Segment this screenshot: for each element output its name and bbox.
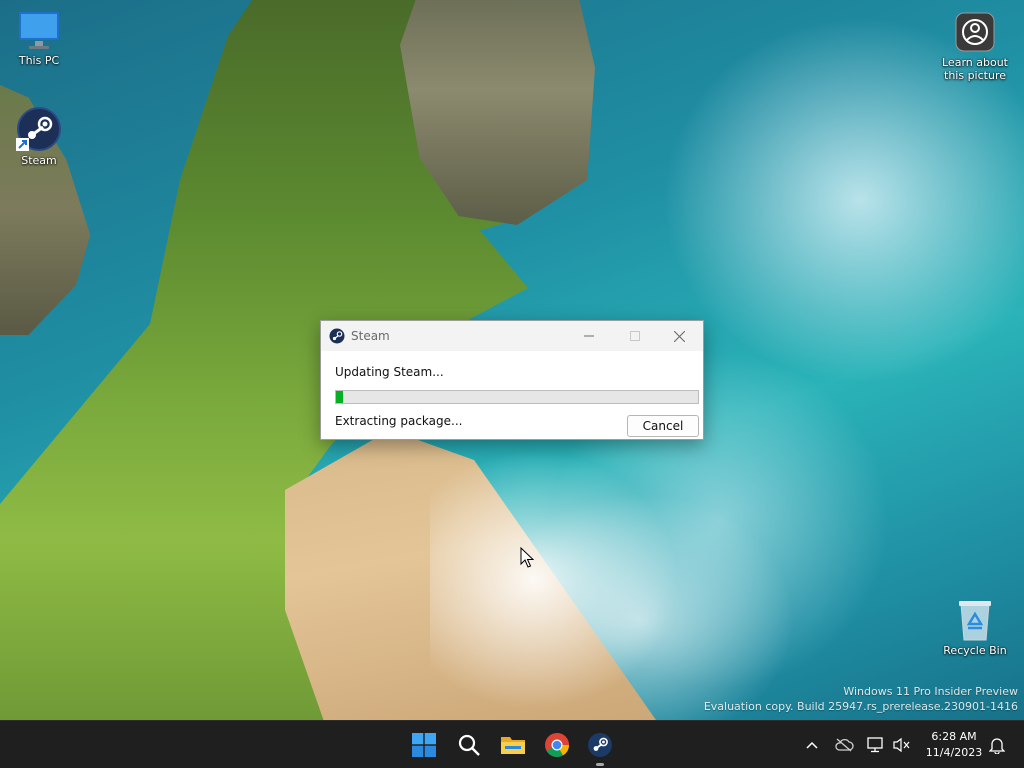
steam-logo-icon — [329, 328, 345, 344]
steam-update-window: Steam Updating Steam... Extracting packa… — [320, 320, 704, 440]
detail-text: Extracting package... — [335, 414, 463, 428]
chrome-button[interactable] — [539, 727, 575, 763]
start-button[interactable] — [406, 727, 442, 763]
steam-taskbar-button[interactable] — [582, 727, 618, 766]
window-title: Steam — [351, 329, 390, 343]
close-button[interactable] — [657, 321, 702, 351]
desktop-icon-learn-about-picture[interactable]: Learn about this picture — [937, 10, 1013, 82]
clock-time: 6:28 AM — [931, 730, 977, 743]
insider-watermark: Windows 11 Pro Insider Preview Evaluatio… — [704, 684, 1018, 714]
volume-tray-button[interactable] — [890, 733, 914, 757]
camera-info-icon — [955, 12, 995, 52]
show-hidden-icons-button[interactable] — [800, 733, 824, 757]
watermark-line2: Evaluation copy. Build 25947.rs_prerelea… — [703, 700, 1018, 713]
minimize-button[interactable] — [566, 321, 611, 351]
system-clock[interactable]: 6:28 AM 11/4/2023 — [918, 729, 990, 761]
cloud-offline-icon — [835, 738, 854, 752]
windows-start-icon — [412, 733, 436, 757]
progress-bar — [335, 390, 699, 404]
desktop: This PC Steam Learn about this picture R… — [0, 0, 1024, 768]
steam-icon — [16, 107, 61, 151]
status-text: Updating Steam... — [335, 365, 444, 379]
network-tray-button[interactable] — [864, 733, 888, 757]
notifications-button[interactable] — [985, 733, 1009, 757]
onedrive-tray-button[interactable] — [832, 733, 856, 757]
steam-icon — [588, 733, 612, 757]
mouse-cursor-icon — [520, 547, 534, 568]
wallpaper-surf — [430, 440, 690, 720]
bell-icon — [989, 738, 1005, 754]
file-explorer-button[interactable] — [495, 727, 531, 763]
progress-fill — [336, 391, 344, 403]
desktop-icon-label: Recycle Bin — [943, 644, 1007, 657]
maximize-icon — [629, 331, 640, 341]
title-bar[interactable]: Steam — [321, 321, 703, 351]
search-icon — [458, 734, 480, 756]
desktop-icon-recycle-bin[interactable]: Recycle Bin — [937, 598, 1013, 657]
watermark-line1: Windows 11 Pro Insider Preview — [843, 685, 1018, 698]
maximize-button[interactable] — [612, 321, 657, 351]
cancel-button[interactable]: Cancel — [627, 415, 699, 437]
minimize-icon — [583, 335, 594, 337]
close-icon — [674, 330, 685, 342]
desktop-icon-label: This PC — [18, 54, 60, 67]
folder-icon — [501, 737, 525, 754]
speaker-muted-icon — [893, 737, 910, 753]
search-button[interactable] — [451, 727, 487, 763]
chevron-up-icon — [806, 741, 818, 749]
chrome-icon — [545, 733, 569, 758]
recycle-bin-icon — [959, 601, 991, 641]
desktop-icon-label: Learn about this picture — [942, 56, 1008, 82]
network-icon — [867, 737, 883, 753]
desktop-icon-label: Steam — [21, 154, 57, 167]
clock-date: 11/4/2023 — [925, 746, 983, 759]
desktop-icon-steam[interactable]: Steam — [1, 106, 77, 167]
taskbar: 6:28 AM 11/4/2023 — [0, 720, 1024, 768]
desktop-icon-this-pc[interactable]: This PC — [1, 10, 77, 67]
monitor-icon — [19, 12, 59, 49]
